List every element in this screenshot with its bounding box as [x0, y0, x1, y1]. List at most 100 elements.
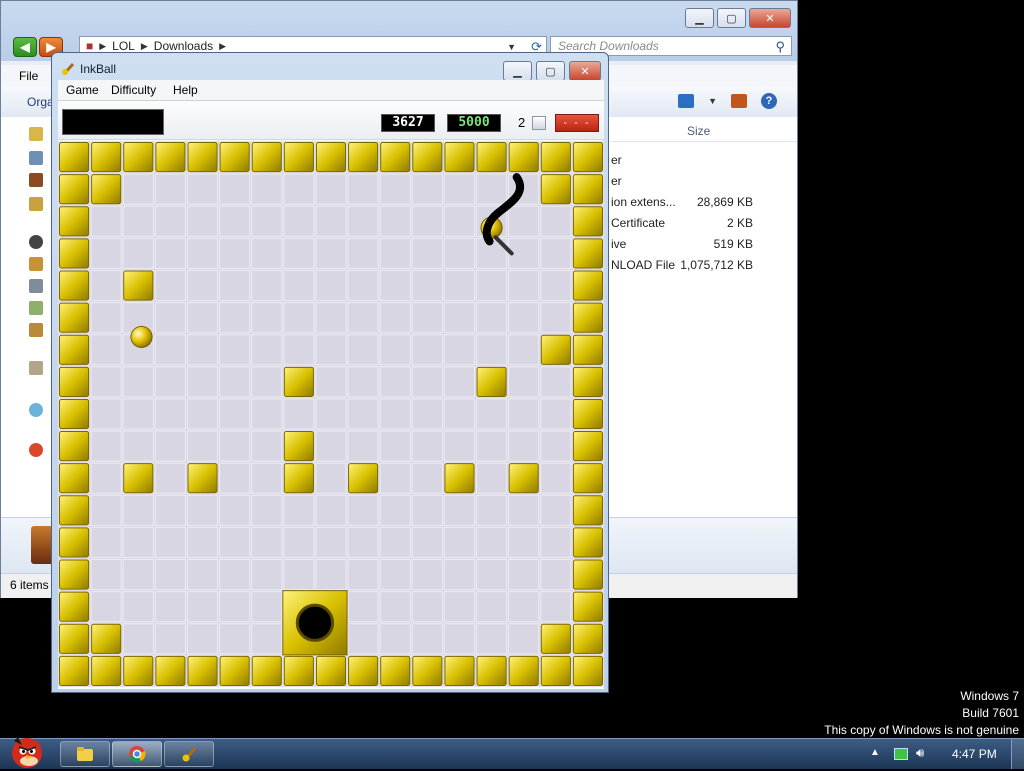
breadcrumb-separator: ▶	[140, 40, 148, 51]
wall-block	[380, 142, 411, 173]
inkball-close-button[interactable]: ✕	[569, 61, 601, 81]
wall-block	[59, 591, 90, 622]
wall-block	[59, 238, 90, 269]
view-options-icon[interactable]	[678, 94, 695, 108]
search-placeholder: Search Downloads	[558, 39, 659, 53]
show-desktop-button[interactable]	[1011, 739, 1024, 769]
music-icon[interactable]	[29, 279, 43, 293]
wall-block	[283, 142, 314, 173]
menu-game[interactable]: Game	[66, 83, 99, 97]
file-name: ive	[611, 237, 627, 251]
watermark-os: Windows 7	[960, 689, 1019, 703]
file-row[interactable]: ive 519 KB	[611, 234, 797, 255]
documents-icon[interactable]	[29, 257, 43, 271]
wall-block	[59, 495, 90, 526]
system-tray: ▲ 🔊︎ 4:47 PM	[866, 739, 1024, 769]
game-board[interactable]	[58, 141, 604, 687]
recent-places-icon[interactable]	[29, 197, 43, 211]
file-row[interactable]: er	[611, 171, 797, 192]
wall-block	[59, 174, 90, 205]
menu-file[interactable]: File	[19, 69, 38, 83]
explorer-maximize-button[interactable]: ▢	[717, 8, 746, 28]
wall-block	[348, 142, 379, 173]
back-button[interactable]: ◀	[13, 37, 37, 57]
ink-color-indicator	[62, 109, 164, 135]
file-row[interactable]: ion extens... 28,869 KB	[611, 192, 797, 213]
wall-block	[59, 623, 90, 654]
favorites-star-icon[interactable]	[29, 127, 43, 141]
breadcrumb-downloads[interactable]: Downloads	[154, 39, 213, 53]
show-hidden-icons-icon[interactable]: ▲	[870, 747, 880, 758]
explorer-button[interactable]	[60, 741, 110, 767]
pictures-icon[interactable]	[29, 301, 43, 315]
videos-icon[interactable]	[29, 323, 43, 337]
wall-block	[219, 142, 250, 173]
chrome-button[interactable]	[112, 741, 162, 767]
breadcrumb-separator: ▶	[99, 40, 107, 51]
inkball-maximize-button[interactable]: ▢	[536, 61, 565, 81]
wall-block	[187, 142, 218, 173]
wall-block	[123, 270, 154, 301]
file-size: 28,869 KB	[696, 195, 753, 209]
wall-block	[123, 463, 154, 494]
wall-block	[540, 623, 571, 654]
address-dropdown-icon[interactable]: ▼	[507, 42, 516, 52]
volume-icon[interactable]: 🔊︎	[916, 745, 924, 761]
explorer-close-button[interactable]: ✕	[749, 8, 791, 28]
clock[interactable]: 4:47 PM	[952, 747, 997, 761]
column-size[interactable]: Size	[687, 124, 710, 138]
search-icon[interactable]: ⚲	[775, 38, 785, 56]
wall-block	[348, 463, 379, 494]
windows-watermark: Windows 7 Build 7601 This copy of Window…	[824, 688, 1019, 739]
preview-pane-icon[interactable]	[731, 94, 747, 108]
item-count: 6 items	[10, 578, 49, 592]
file-name: Certificate	[611, 216, 666, 230]
wall-block	[315, 655, 347, 686]
wall-block	[91, 623, 122, 654]
help-icon[interactable]: ?	[761, 93, 777, 109]
file-size: 1,075,712 KB	[680, 258, 753, 272]
libraries-icon[interactable]	[29, 235, 43, 249]
explorer-minimize-button[interactable]: ▁	[685, 8, 714, 28]
wall-block	[59, 527, 90, 558]
wall-block	[540, 142, 571, 173]
inkball-minimize-button[interactable]: ▁	[503, 61, 532, 81]
network-icon[interactable]	[29, 443, 43, 457]
wall-block	[59, 559, 90, 590]
file-row[interactable]: NLOAD File 1,075,712 KB	[611, 255, 797, 276]
score-bar: 3627 5000 2 - - -	[58, 101, 604, 140]
downloads-folder-icon[interactable]	[29, 173, 43, 187]
max-score: 5000	[447, 114, 501, 132]
breadcrumb-lol[interactable]: LOL	[112, 39, 135, 53]
computer-icon[interactable]	[29, 403, 43, 417]
wall-block	[283, 655, 314, 686]
inkball-app-icon	[62, 62, 75, 76]
menu-help[interactable]: Help	[173, 83, 198, 97]
file-row[interactable]: Certificate 2 KB	[611, 213, 797, 234]
start-button-angry-bird-icon[interactable]	[2, 731, 50, 771]
wall-block	[572, 302, 603, 333]
goal-hole	[295, 603, 335, 642]
wall-block	[91, 174, 122, 205]
inkball-button[interactable]	[164, 741, 214, 767]
wall-block	[572, 142, 603, 173]
view-dropdown-icon[interactable]: ▼	[708, 96, 717, 106]
wall-block	[59, 206, 90, 237]
ball	[130, 325, 153, 349]
wall-block	[59, 655, 90, 686]
wall-block	[540, 334, 571, 365]
network-status-icon[interactable]	[894, 748, 908, 760]
organize-button[interactable]: Orga	[27, 95, 54, 109]
taskbar: ▲ 🔊︎ 4:47 PM	[0, 737, 1024, 769]
wall-block	[59, 334, 90, 365]
inkball-icon	[182, 747, 197, 762]
desktop-icon[interactable]	[29, 151, 43, 165]
wall-block	[572, 366, 603, 397]
remaining-balls-icon	[532, 116, 546, 130]
homegroup-icon[interactable]	[29, 361, 43, 375]
menu-difficulty[interactable]: Difficulty	[111, 83, 156, 97]
wall-block	[476, 366, 507, 397]
wall-block	[572, 238, 603, 269]
wall-block	[123, 142, 154, 173]
file-row[interactable]: er	[611, 150, 797, 171]
